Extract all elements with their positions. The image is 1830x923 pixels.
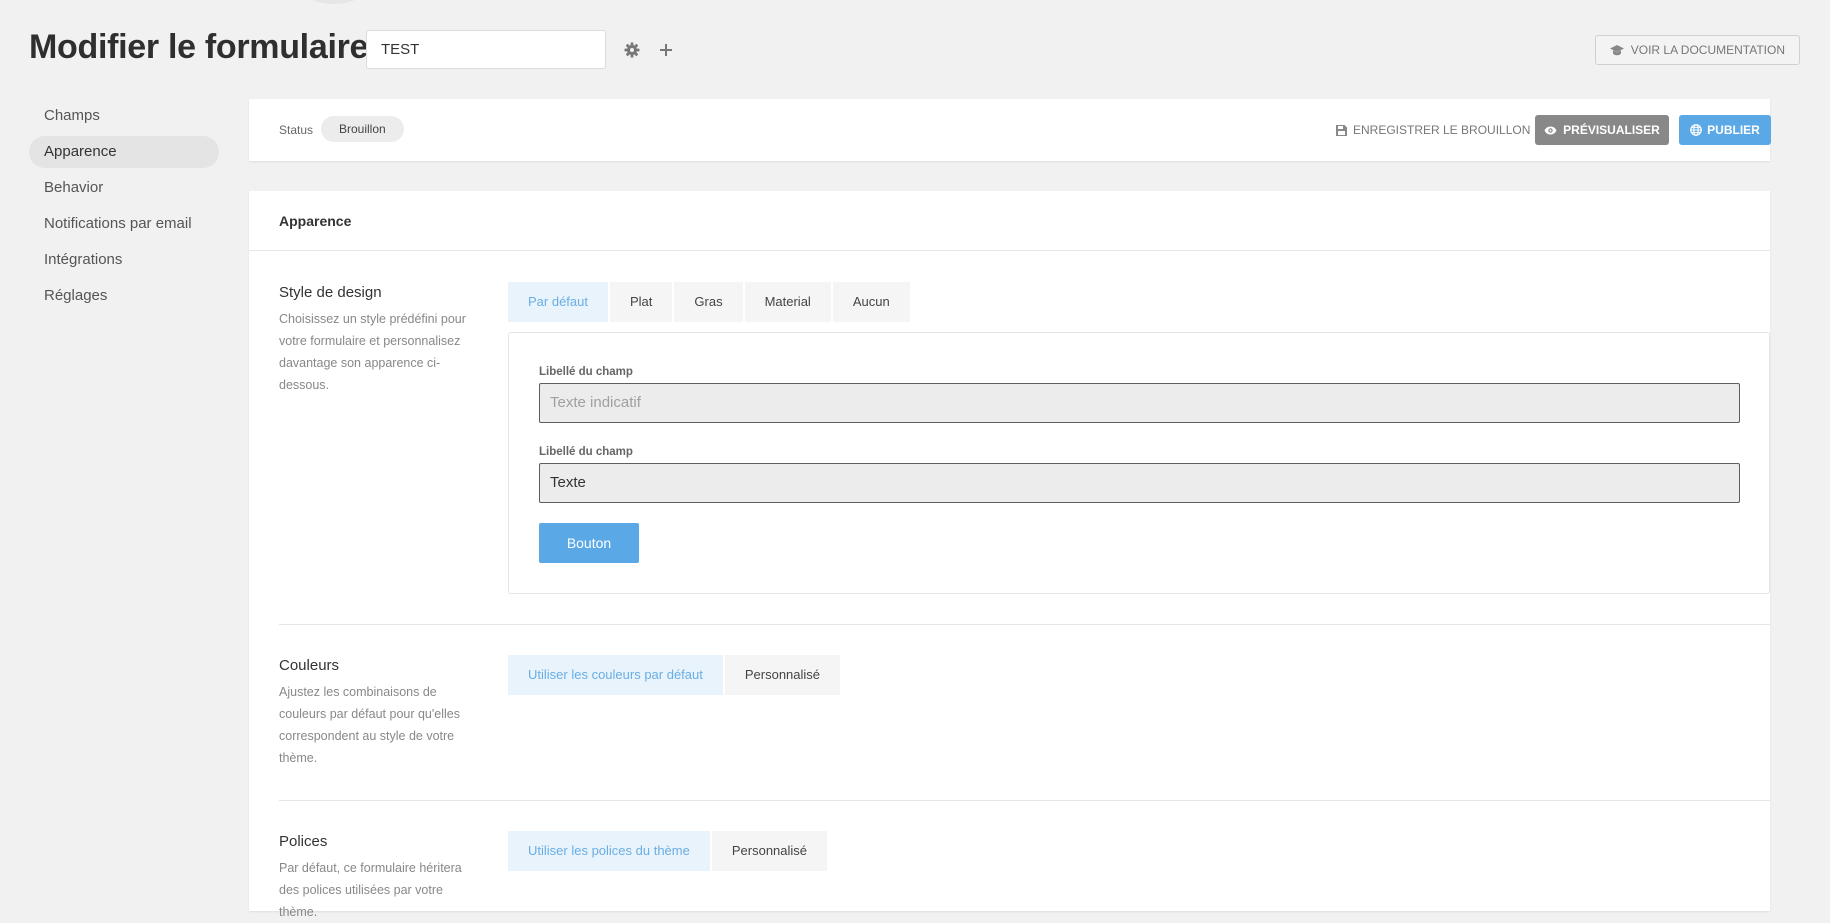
sidebar-item-reglages[interactable]: Réglages bbox=[29, 280, 219, 312]
design-option-bold[interactable]: Gras bbox=[674, 282, 743, 322]
preview-value-field[interactable]: Texte bbox=[539, 463, 1740, 503]
documentation-label: VOIR LA DOCUMENTATION bbox=[1630, 43, 1785, 57]
design-option-none[interactable]: Aucun bbox=[832, 282, 910, 322]
colors-option-default[interactable]: Utiliser les couleurs par défaut bbox=[508, 655, 723, 695]
appearance-card: Apparence Style de design Choisissez un … bbox=[249, 191, 1770, 919]
preview-button[interactable]: PRÉVISUALISER bbox=[1535, 115, 1669, 145]
fonts-option-theme[interactable]: Utiliser les polices du thème bbox=[508, 831, 710, 871]
preview-label: PRÉVISUALISER bbox=[1563, 123, 1660, 137]
card-header: Apparence bbox=[249, 191, 1770, 251]
sidebar-item-champs[interactable]: Champs bbox=[29, 100, 219, 132]
fonts-selector: Utiliser les polices du thème Personnali… bbox=[508, 831, 828, 871]
section-divider bbox=[279, 624, 1770, 625]
design-option-material[interactable]: Material bbox=[744, 282, 831, 322]
card-title: Apparence bbox=[279, 213, 352, 229]
colors-selector: Utiliser les couleurs par défaut Personn… bbox=[508, 655, 841, 695]
publish-button[interactable]: PUBLIER bbox=[1679, 115, 1771, 145]
colors-title: Couleurs bbox=[279, 657, 340, 674]
design-option-default[interactable]: Par défaut bbox=[508, 282, 608, 322]
design-preview: Libellé du champ Texte indicatif Libellé… bbox=[508, 332, 1770, 594]
sidebar-item-apparence[interactable]: Apparence bbox=[29, 136, 219, 168]
add-icon[interactable] bbox=[654, 38, 678, 62]
design-style-selector: Par défaut Plat Gras Material Aucun bbox=[508, 282, 910, 322]
fonts-description: Par défaut, ce formulaire héritera des p… bbox=[279, 861, 462, 919]
publish-label: PUBLIER bbox=[1707, 123, 1760, 137]
design-option-flat[interactable]: Plat bbox=[610, 282, 673, 322]
section-divider bbox=[279, 800, 1770, 801]
sidebar-item-integrations[interactable]: Intégrations bbox=[29, 244, 219, 276]
fonts-title: Polices bbox=[279, 833, 328, 850]
colors-option-custom[interactable]: Personnalisé bbox=[724, 655, 841, 695]
settings-icon[interactable] bbox=[620, 38, 644, 62]
save-draft-label: ENREGISTRER LE BROUILLON bbox=[1353, 123, 1531, 137]
save-draft-button[interactable]: ENREGISTRER LE BROUILLON bbox=[1336, 115, 1530, 145]
globe-icon bbox=[1690, 124, 1703, 136]
colors-description: Ajustez les combinaisons de couleurs par… bbox=[279, 685, 460, 765]
status-badge: Brouillon bbox=[321, 116, 404, 142]
sidebar-item-notifications[interactable]: Notifications par email bbox=[29, 208, 219, 240]
design-style-title: Style de design bbox=[279, 284, 382, 301]
floppy-disk-icon bbox=[1336, 124, 1347, 136]
eye-icon bbox=[1544, 126, 1557, 134]
top-decoration bbox=[305, 0, 363, 4]
preview-sample-button[interactable]: Bouton bbox=[539, 523, 639, 563]
sidebar-item-behavior[interactable]: Behavior bbox=[29, 172, 219, 204]
documentation-button[interactable]: VOIR LA DOCUMENTATION bbox=[1594, 35, 1800, 65]
form-name-input[interactable] bbox=[366, 30, 606, 69]
preview-field-label-1: Libellé du champ bbox=[539, 366, 633, 378]
preview-placeholder-field[interactable]: Texte indicatif bbox=[539, 383, 1740, 423]
design-style-description: Choisissez un style prédéfini pour votre… bbox=[279, 312, 466, 392]
status-label: Status bbox=[279, 123, 314, 137]
fonts-option-custom[interactable]: Personnalisé bbox=[711, 831, 828, 871]
status-bar: Status Brouillon ENREGISTRER LE BROUILLO… bbox=[249, 99, 1771, 161]
preview-field-label-2: Libellé du champ bbox=[539, 446, 633, 458]
sidebar-nav: Champs Apparence Behavior Notifications … bbox=[29, 100, 219, 316]
page-title: Modifier le formulaire bbox=[29, 28, 369, 66]
graduation-cap-icon bbox=[1609, 44, 1624, 55]
